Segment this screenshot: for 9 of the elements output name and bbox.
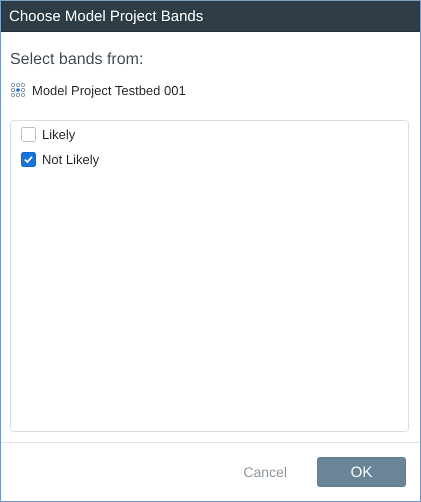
checkbox[interactable] [21, 152, 36, 167]
project-name: Model Project Testbed 001 [32, 82, 186, 98]
prompt-text: Select bands from: [10, 51, 144, 69]
ok-button[interactable]: OK [317, 457, 406, 487]
dot-grid-icon [10, 82, 26, 98]
window-title: Choose Model Project Bands [9, 8, 204, 25]
checkbox[interactable] [21, 127, 36, 142]
band-label[interactable]: Not Likely [42, 152, 100, 167]
band-label[interactable]: Likely [42, 127, 76, 142]
